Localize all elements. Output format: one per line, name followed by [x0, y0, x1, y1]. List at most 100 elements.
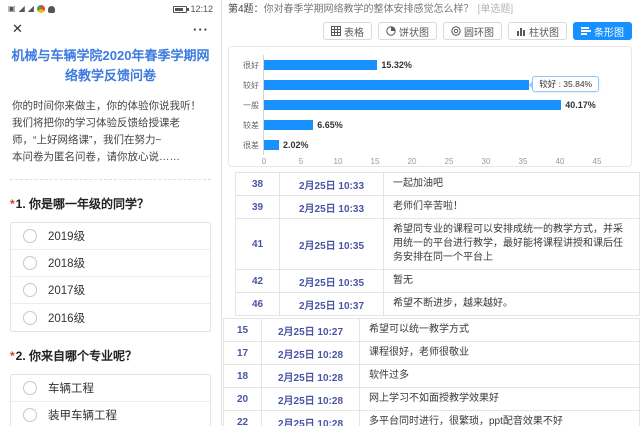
column-chart-icon: [516, 26, 526, 36]
question-1-label: 1. 你是哪一年级的同学？: [16, 197, 149, 211]
option-2018[interactable]: 2018级: [11, 250, 210, 277]
option-label: 2017级: [48, 282, 85, 298]
question-1-options: 2019级 2018级 2017级 2016级: [10, 222, 211, 332]
status-icons: ▣ ◢ ◢: [8, 5, 173, 13]
answers-table-1: 38 2月25日 10:33 一起加油吧 39 2月25日 10:33 老师们辛…: [235, 172, 640, 316]
x-tick: 30: [482, 157, 491, 166]
notification-icon: [48, 6, 55, 13]
bar-chart-button[interactable]: 条形图: [573, 22, 632, 40]
bar-verypoor[interactable]: [264, 140, 279, 150]
option-2016[interactable]: 2016级: [11, 304, 210, 331]
radio-icon: [23, 311, 37, 325]
bar-value-label: 6.65%: [317, 120, 343, 130]
answer-text: 暂无: [384, 270, 640, 293]
signal-icon-2: ◢: [28, 5, 34, 13]
answer-date: 2月25日 10:33: [280, 196, 384, 219]
x-tick: 20: [408, 157, 417, 166]
bar-good[interactable]: [264, 80, 529, 90]
x-tick: 40: [556, 157, 565, 166]
bar-row-average: 40.17%: [264, 95, 597, 115]
option-2017[interactable]: 2017级: [11, 277, 210, 304]
answer-id: 22: [224, 411, 262, 426]
option-vehicle-eng[interactable]: 车辆工程: [11, 375, 210, 402]
question-2-options: 车辆工程 装甲车辆工程: [10, 374, 211, 426]
bar-value-label: 2.02%: [283, 140, 309, 150]
status-bar: ▣ ◢ ◢ 12:12: [0, 0, 221, 18]
divider: [10, 179, 211, 180]
chrome-icon: [37, 5, 45, 13]
button-label: 表格: [344, 24, 364, 39]
answer-id: 39: [236, 196, 280, 219]
answer-date: 2月25日 10:35: [280, 270, 384, 293]
bar-row-verygood: 15.32%: [264, 55, 597, 75]
option-label: 2019级: [48, 228, 85, 244]
signal-icon: ◢: [19, 5, 25, 13]
survey-results-pane: 第4题：你对春季学期网络教学的整体安排感觉怎么样？[单选题] 表格 饼状图 圆环…: [222, 0, 640, 426]
question-1: *1. 你是哪一年级的同学？ 2019级 2018级 2017级 2016级: [10, 196, 211, 332]
bar-poor[interactable]: [264, 120, 313, 130]
answer-id: 18: [224, 365, 262, 388]
intro-line: 你的时间你来做主，你的体验你说我听！: [12, 98, 209, 115]
category-label: 较差: [235, 115, 263, 135]
button-label: 饼状图: [399, 24, 429, 39]
x-tick: 35: [519, 157, 528, 166]
status-time: 12:12: [190, 4, 213, 14]
answer-id: 41: [236, 219, 280, 270]
option-2019[interactable]: 2019级: [11, 223, 210, 250]
question-2: *2. 你来自哪个专业呢？ 车辆工程 装甲车辆工程: [10, 348, 211, 426]
question-type-tag: [单选题]: [478, 4, 514, 15]
category-label: 很差: [235, 135, 263, 155]
option-label: 2018级: [48, 255, 85, 271]
close-icon[interactable]: ✕: [12, 21, 23, 37]
radio-icon: [23, 229, 37, 243]
bar-value-label: 15.32%: [381, 60, 412, 70]
more-icon[interactable]: ···: [193, 22, 209, 37]
bar-row-verypoor: 2.02%: [264, 135, 597, 155]
question-text: 你对春季学期网络教学的整体安排感觉怎么样？: [264, 4, 474, 15]
x-tick: 0: [262, 157, 266, 166]
table-row: 20 2月25日 10:28 网上学习不如面授教学效果好: [224, 388, 640, 411]
bar-row-poor: 6.65%: [264, 115, 597, 135]
chart-tooltip: 较好 : 35.84%: [532, 76, 599, 92]
survey-title: 机械与车辆学院2020年春季学期网络教学反馈问卷: [7, 46, 214, 86]
table-row: 39 2月25日 10:33 老师们辛苦啦！: [236, 196, 640, 219]
x-tick: 25: [445, 157, 454, 166]
donut-icon: [451, 26, 461, 36]
button-label: 柱状图: [529, 24, 559, 39]
x-tick: 10: [334, 157, 343, 166]
intro-line: 本问卷为匿名问卷，请你放心说……: [12, 149, 209, 166]
table-view-button[interactable]: 表格: [323, 22, 372, 40]
chart-x-axis: 0 5 10 15 20 25 30 35 40 45: [264, 157, 597, 169]
column-chart-button[interactable]: 柱状图: [508, 22, 567, 40]
intro-line: 我们将把你的学习体验反馈给授课老师，“上好网络课”，我们在努力~: [12, 115, 209, 149]
answer-date: 2月25日 10:27: [262, 319, 360, 342]
option-label: 2016级: [48, 310, 85, 326]
radio-icon: [23, 283, 37, 297]
screenshot-icon: ▣: [8, 5, 16, 13]
survey-intro: 你的时间你来做主，你的体验你说我听！ 我们将把你的学习体验反馈给授课老师，“上好…: [12, 98, 209, 166]
table-row: 38 2月25日 10:33 一起加油吧: [236, 173, 640, 196]
chart-type-toolbar: 表格 饼状图 圆环图 柱状图 条形图: [222, 16, 640, 44]
answer-date: 2月25日 10:33: [280, 173, 384, 196]
table-row: 42 2月25日 10:35 暂无: [236, 270, 640, 293]
answer-text: 老师们辛苦啦！: [384, 196, 640, 219]
horizontal-bar-chart: 很好 较好 一般 较差 很差 15.32% 40: [228, 46, 632, 167]
pie-chart-button[interactable]: 饼状图: [378, 22, 437, 40]
table-row: 22 2月25日 10:28 多平台同时进行，很繁琐，ppt配音效果不好: [224, 411, 640, 426]
donut-chart-button[interactable]: 圆环图: [443, 22, 502, 40]
answer-text: 网上学习不如面授教学效果好: [360, 388, 640, 411]
answer-id: 20: [224, 388, 262, 411]
option-label: 装甲车辆工程: [48, 407, 117, 423]
battery-icon: [173, 6, 187, 13]
answer-text: 希望不断进步，越来越好。: [384, 293, 640, 316]
option-armored-vehicle-eng[interactable]: 装甲车辆工程: [11, 402, 210, 426]
answers-table-2: 15 2月25日 10:27 希望可以统一教学方式 17 2月25日 10:28…: [223, 318, 640, 426]
bar-value-label: 40.17%: [565, 100, 596, 110]
bar-average[interactable]: [264, 100, 561, 110]
bar-verygood[interactable]: [264, 60, 377, 70]
answer-id: 42: [236, 270, 280, 293]
bar-chart-icon: [581, 26, 591, 36]
answer-id: 46: [236, 293, 280, 316]
category-label: 一般: [235, 95, 263, 115]
answer-date: 2月25日 10:28: [262, 342, 360, 365]
